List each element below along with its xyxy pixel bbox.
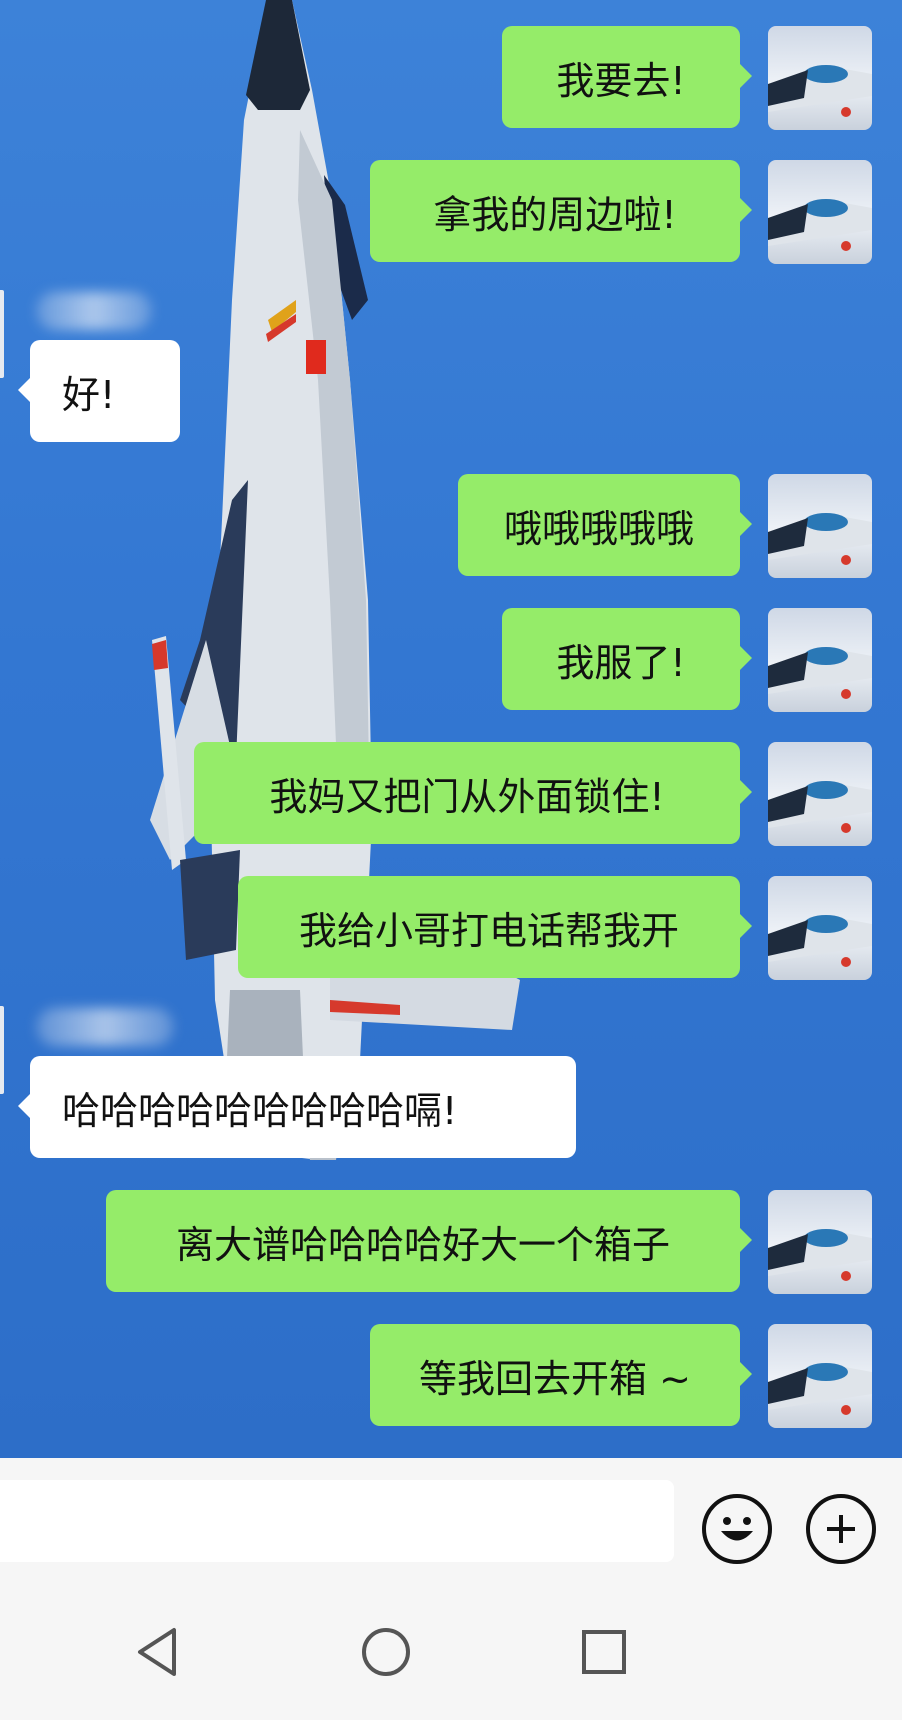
message-bubble[interactable]: 等我回去开箱 ~ — [370, 1324, 752, 1426]
message-text: 离大谱哈哈哈哈好大一个箱子 — [175, 1222, 670, 1267]
my-avatar[interactable] — [768, 1190, 872, 1294]
my-avatar[interactable] — [768, 160, 872, 264]
message-bubble[interactable]: 我妈又把门从外面锁住! — [194, 742, 752, 844]
my-avatar[interactable] — [768, 742, 872, 846]
my-avatar[interactable] — [768, 474, 872, 578]
smiley-face-icon[interactable] — [702, 1494, 772, 1564]
square-recents-icon[interactable] — [574, 1622, 634, 1682]
chat-area[interactable]: 我要去! 拿我的周边啦! 好! 哦哦哦哦哦 我服了! 我妈又把门从外面锁住! 我… — [0, 0, 902, 1458]
contact-name-blurred — [36, 292, 152, 330]
message-text: 我给小哥打电话帮我开 — [298, 908, 679, 953]
triangle-back-icon[interactable] — [132, 1622, 192, 1682]
contact-name-blurred — [36, 1008, 174, 1046]
message-text: 我要去! — [556, 58, 686, 103]
message-text: 好! — [62, 372, 116, 417]
message-text: 哈哈哈哈哈哈哈哈哈嗝! — [62, 1088, 458, 1133]
contact-avatar[interactable] — [0, 1006, 4, 1094]
system-nav-bar — [0, 1582, 902, 1720]
my-avatar[interactable] — [768, 1324, 872, 1428]
message-bubble[interactable]: 我要去! — [502, 26, 752, 128]
message-bubble[interactable]: 拿我的周边啦! — [370, 160, 752, 262]
message-bubble[interactable]: 哈哈哈哈哈哈哈哈哈嗝! — [18, 1056, 576, 1158]
my-avatar[interactable] — [768, 26, 872, 130]
message-text: 拿我的周边啦! — [433, 192, 677, 237]
circle-home-icon[interactable] — [356, 1622, 416, 1682]
message-text: 我妈又把门从外面锁住! — [269, 774, 665, 819]
my-avatar[interactable] — [768, 608, 872, 712]
input-bar — [0, 1458, 902, 1582]
plus-circle-icon[interactable] — [806, 1494, 876, 1564]
message-bubble[interactable]: 离大谱哈哈哈哈好大一个箱子 — [106, 1190, 752, 1292]
contact-avatar[interactable] — [0, 290, 4, 378]
message-bubble[interactable]: 我给小哥打电话帮我开 — [238, 876, 752, 978]
message-text: 哦哦哦哦哦 — [503, 506, 694, 551]
message-text: 我服了! — [556, 640, 686, 685]
my-avatar[interactable] — [768, 876, 872, 980]
message-text: 等我回去开箱 ~ — [419, 1356, 691, 1401]
message-input[interactable] — [0, 1480, 674, 1562]
message-bubble[interactable]: 我服了! — [502, 608, 752, 710]
message-bubble[interactable]: 哦哦哦哦哦 — [458, 474, 752, 576]
message-bubble[interactable]: 好! — [18, 340, 180, 442]
